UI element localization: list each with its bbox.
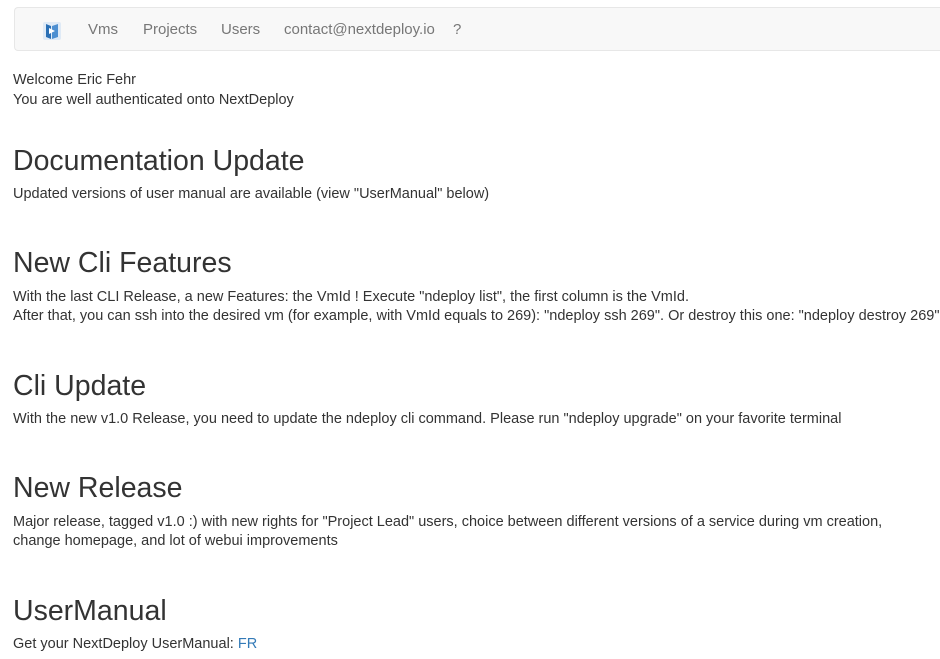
section-text-new-cli-features-1: With the last CLI Release, a new Feature…: [13, 289, 689, 305]
auth-status-message: You are well authenticated onto NextDepl…: [13, 92, 294, 108]
section-title-new-release: New Release: [13, 472, 183, 504]
section-text-usermanual: Get your NextDeploy UserManual: FR: [13, 634, 257, 654]
usermanual-label: Get your NextDeploy UserManual:: [13, 636, 238, 652]
section-title-cli-update: Cli Update: [13, 370, 147, 402]
section-text-new-release-2: change homepage, and lot of webui improv…: [13, 533, 338, 549]
nextdeploy-logo-icon[interactable]: [41, 20, 63, 42]
nav-item-users[interactable]: Users: [221, 8, 260, 52]
section-text-cli-update: With the new v1.0 Release, you need to u…: [13, 411, 842, 427]
nav-item-contact[interactable]: contact@nextdeploy.io: [284, 8, 435, 52]
section-title-usermanual: UserManual: [13, 595, 167, 627]
section-text-new-cli-features-2: After that, you can ssh into the desired…: [13, 308, 940, 324]
usermanual-fr-link[interactable]: FR: [238, 636, 257, 652]
nav-item-projects[interactable]: Projects: [143, 8, 197, 52]
section-text-new-release-1: Major release, tagged v1.0 :) with new r…: [13, 514, 883, 530]
nav-item-vms[interactable]: Vms: [88, 8, 118, 52]
section-title-new-cli-features: New Cli Features: [13, 247, 232, 279]
welcome-message: Welcome Eric Fehr: [13, 72, 137, 88]
nav-item-help[interactable]: ?: [453, 8, 461, 52]
top-navbar: Vms Projects Users contact@nextdeploy.io…: [14, 7, 940, 51]
section-title-documentation-update: Documentation Update: [13, 145, 305, 177]
section-text-documentation-update: Updated versions of user manual are avai…: [13, 186, 490, 202]
